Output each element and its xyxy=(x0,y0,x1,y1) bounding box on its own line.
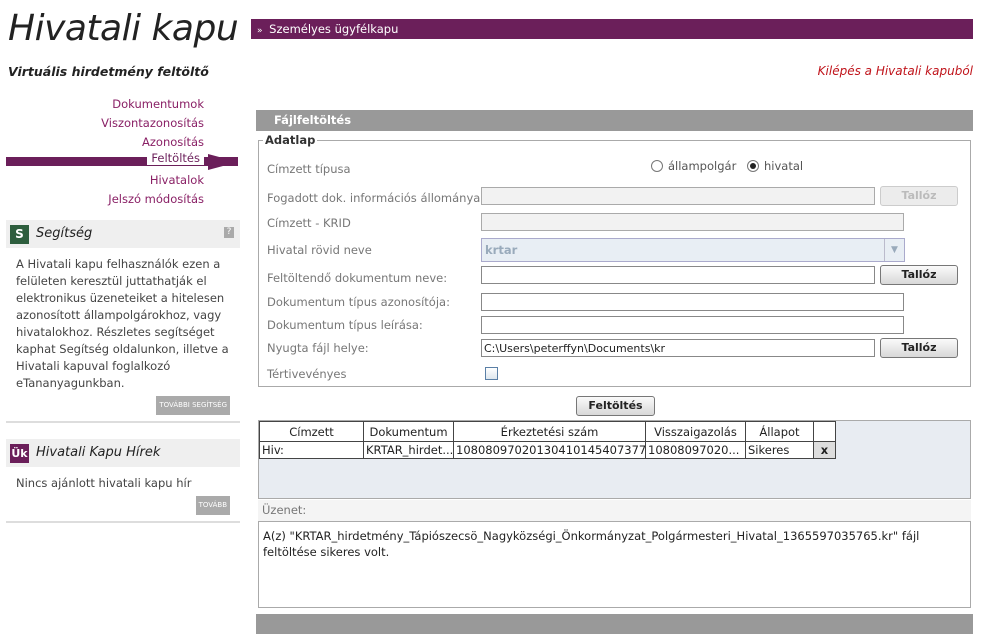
more-news-button[interactable]: TOVÁBB xyxy=(195,496,230,515)
sidebar-item-hivatalok[interactable]: Hivatalok xyxy=(6,171,238,190)
column-header[interactable]: Címzett xyxy=(259,421,364,442)
received-doc-input[interactable] xyxy=(481,187,875,205)
sidebar-item-azonositas[interactable]: Azonosítás xyxy=(6,133,238,152)
krid-input[interactable] xyxy=(481,213,904,231)
column-header[interactable]: Állapot xyxy=(745,421,814,442)
app-subtitle: Virtuális hirdetmény feltöltő xyxy=(8,64,209,79)
help-title: Segítség xyxy=(36,226,93,241)
doc-type-id-label: Dokumentum típus azonosítója: xyxy=(267,295,450,309)
data-sheet-legend: Adatlap xyxy=(265,133,316,147)
table-row[interactable]: Hiv: KRTAR_hirdet... 1080809702013041014… xyxy=(259,441,836,459)
footer-bar xyxy=(256,614,973,634)
sidebar-item-label: Feltöltés xyxy=(147,151,204,165)
column-header[interactable]: Visszaigazolás xyxy=(645,421,746,442)
cell-confirmation: 10808097020... xyxy=(645,441,746,459)
column-header[interactable]: Dokumentum xyxy=(363,421,454,442)
radio-citizen-label: állampolgár xyxy=(668,159,737,173)
office-short-value: krtar xyxy=(485,243,518,257)
browse-received-button[interactable]: Tallóz xyxy=(880,186,958,206)
question-icon[interactable]: ? xyxy=(224,227,234,238)
browse-receipt-button[interactable]: Tallóz xyxy=(880,338,958,358)
column-header xyxy=(813,421,836,442)
doc-name-input[interactable] xyxy=(481,266,875,284)
return-receipt-checkbox[interactable] xyxy=(485,367,498,380)
news-title: Hivatali Kapu Hírek xyxy=(36,445,161,460)
news-body: Nincs ajánlott hivatali kapu hír TOVÁBB xyxy=(6,467,240,521)
doc-type-id-input[interactable] xyxy=(481,293,904,311)
help-text: A Hivatali kapu felhasználók ezen a felü… xyxy=(16,257,229,390)
message-header-bg xyxy=(258,500,971,521)
cell-recipient: Hiv: xyxy=(259,441,364,459)
chevron-down-icon[interactable]: ▼ xyxy=(884,239,904,261)
recipient-type-label: Címzett típusa xyxy=(267,162,351,176)
top-nav-label[interactable]: Személyes ügyfélkapu xyxy=(269,22,398,36)
more-help-button[interactable]: TOVÁBBI SEGÍTSÉG xyxy=(156,396,230,415)
help-panel: S Segítség ? A Hivatali kapu felhasználó… xyxy=(6,220,240,423)
sidebar-item-jelszo[interactable]: Jelszó módosítás xyxy=(6,190,238,209)
upload-button[interactable]: Feltöltés xyxy=(576,396,655,416)
radio-office[interactable] xyxy=(747,160,759,172)
delete-row-button[interactable]: x xyxy=(813,441,836,459)
radio-office-label: hivatal xyxy=(764,159,804,173)
results-table: Címzett Dokumentum Érkeztetési szám Viss… xyxy=(259,421,836,459)
help-panel-header: S Segítség ? xyxy=(6,220,240,248)
app-title: Hivatali kapu xyxy=(8,8,239,49)
office-short-label: Hivatal rövid neve xyxy=(267,243,372,257)
radio-citizen[interactable] xyxy=(651,160,663,172)
message-box[interactable]: A(z) "KRTAR_hirdetmény_Tápiószecsö_Nagyk… xyxy=(258,521,971,608)
top-nav-bar[interactable]: » Személyes ügyfélkapu xyxy=(251,19,973,39)
receipt-path-input[interactable]: C:\Users\peterffyn\Documents\kr xyxy=(481,339,875,357)
news-panel: Ük Hivatali Kapu Hírek Nincs ajánlott hi… xyxy=(6,439,240,523)
doc-name-label: Feltöltendő dokumentum neve: xyxy=(267,271,448,285)
krid-label: Címzett - KRID xyxy=(267,216,351,230)
cell-reg-no: 108080970201304101454073770 xyxy=(453,441,646,459)
table-header-row: Címzett Dokumentum Érkeztetési szám Viss… xyxy=(259,421,836,442)
upload-header: Fájlfeltöltés xyxy=(256,110,973,131)
receipt-path-label: Nyugta fájl helye: xyxy=(267,341,369,355)
sidebar-item-feltoltes[interactable]: Feltöltés xyxy=(6,151,238,170)
return-receipt-label: Tértivevényes xyxy=(267,367,347,381)
browse-doc-button[interactable]: Tallóz xyxy=(880,265,958,285)
doc-type-desc-label: Dokumentum típus leírása: xyxy=(267,318,423,332)
received-doc-label: Fogadott dok. információs állománya: xyxy=(267,191,485,205)
doc-type-desc-input[interactable] xyxy=(481,316,904,334)
double-arrow-icon: » xyxy=(257,26,263,36)
news-text: Nincs ajánlott hivatali kapu hír xyxy=(16,476,192,490)
help-badge-icon: S xyxy=(10,225,29,244)
sidebar-item-viszontazonositas[interactable]: Viszontazonosítás xyxy=(6,114,238,133)
news-panel-header: Ük Hivatali Kapu Hírek xyxy=(6,439,240,467)
sidebar-nav: Dokumentumok Viszontazonosítás Azonosítá… xyxy=(6,95,238,209)
help-body: A Hivatali kapu felhasználók ezen a felü… xyxy=(6,248,240,421)
cell-status: Sikeres xyxy=(745,441,814,459)
news-badge-icon: Ük xyxy=(10,444,29,463)
message-label: Üzenet: xyxy=(262,503,307,517)
cell-document: KRTAR_hirdet... xyxy=(363,441,454,459)
office-short-select[interactable]: krtar ▼ xyxy=(481,238,905,262)
results-grid: Címzett Dokumentum Érkeztetési szám Viss… xyxy=(258,420,971,499)
column-header[interactable]: Érkeztetési szám xyxy=(453,421,646,442)
sidebar-item-dokumentumok[interactable]: Dokumentumok xyxy=(6,95,238,114)
logout-link[interactable]: Kilépés a Hivatali kapuból xyxy=(818,64,973,78)
